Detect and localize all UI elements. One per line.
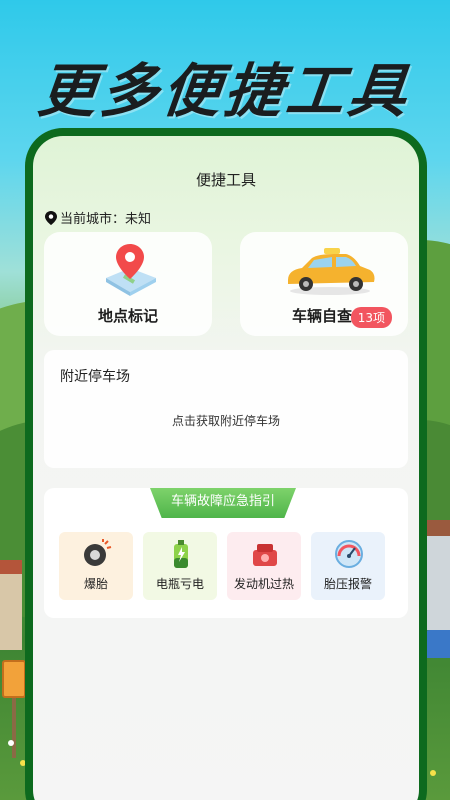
location-pin-icon <box>45 210 57 225</box>
guide-item-battery[interactable]: 电瓶亏电 <box>143 532 217 600</box>
guide-item-label: 电瓶亏电 <box>155 577 204 591</box>
city-name: 未知 <box>125 212 152 227</box>
city-prefix: 当前城市： <box>60 212 126 227</box>
parking-title: 附近停车场 <box>60 369 130 385</box>
sign-illustration <box>2 660 26 698</box>
emergency-guide-card: 车辆故障应急指引 爆胎 电瓶亏电 发动机过热 胎压报警 <box>44 488 408 618</box>
guide-title: 车辆故障应急指引 <box>150 488 296 518</box>
app-screen: 便捷工具 当前城市： 未知 地点标记 车辆自查 13项 附近停车场 点击获取附近… <box>33 136 419 800</box>
page-title: 便捷工具 <box>195 171 256 189</box>
engine-icon <box>253 544 277 566</box>
tool-card-vehicle-check[interactable]: 车辆自查 13项 <box>240 232 408 336</box>
get-parking-button[interactable]: 点击获取附近停车场 <box>44 412 408 429</box>
house-illustration <box>0 560 22 650</box>
guide-item-tire-pressure[interactable]: 胎压报警 <box>311 532 385 600</box>
current-city[interactable]: 当前城市： 未知 <box>45 208 151 227</box>
guide-item-label: 发动机过热 <box>233 577 294 591</box>
guide-item-label: 爆胎 <box>83 577 108 591</box>
tire-icon <box>84 539 112 566</box>
battery-icon <box>174 540 188 568</box>
phone-frame: 便捷工具 当前城市： 未知 地点标记 车辆自查 13项 附近停车场 点击获取附近… <box>25 128 427 800</box>
guide-item-engine-overheat[interactable]: 发动机过热 <box>227 532 301 600</box>
guide-item-flat-tire[interactable]: 爆胎 <box>59 532 133 600</box>
nearby-parking-card[interactable]: 附近停车场 点击获取附近停车场 <box>44 350 408 468</box>
map-pin-icon <box>106 244 156 296</box>
tool-label: 地点标记 <box>97 307 158 325</box>
tool-cards: 地点标记 车辆自查 13项 <box>44 232 408 336</box>
guide-item-label: 胎压报警 <box>323 577 372 591</box>
taxi-car-icon <box>288 248 375 295</box>
tool-card-location-mark[interactable]: 地点标记 <box>44 232 212 336</box>
check-count-badge: 13项 <box>350 307 392 328</box>
promo-headline: 更多便捷工具 <box>34 57 415 125</box>
pressure-gauge-icon <box>335 540 363 568</box>
